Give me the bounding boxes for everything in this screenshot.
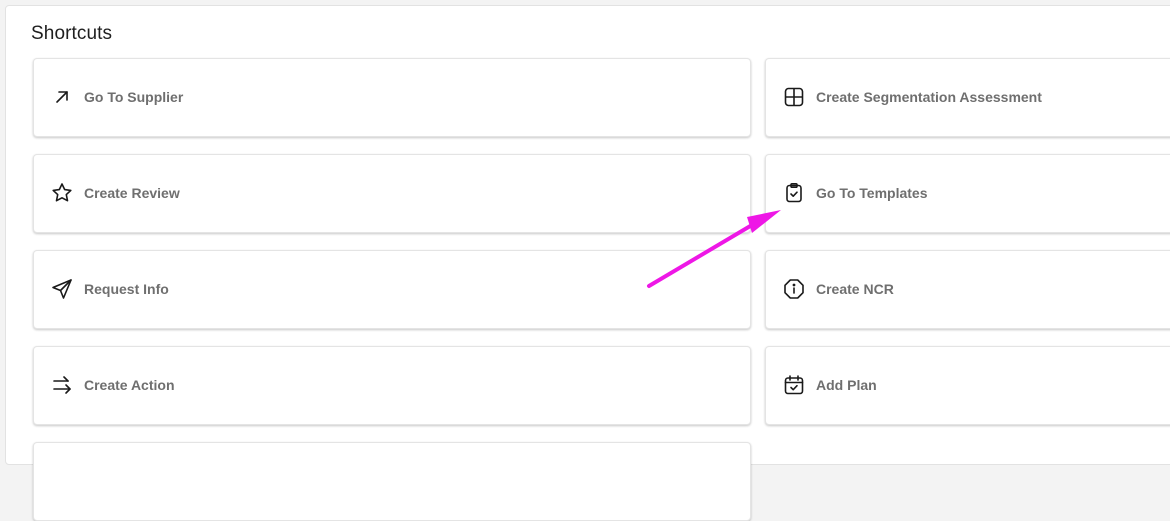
go-to-supplier-label: Go To Supplier	[84, 89, 184, 105]
create-ncr-card[interactable]: Create NCR	[765, 250, 1170, 329]
octagon-info-icon	[782, 277, 806, 301]
create-segmentation-assessment-card[interactable]: Create Segmentation Assessment	[765, 58, 1170, 137]
create-ncr-label: Create NCR	[816, 281, 894, 297]
add-plan-card[interactable]: Add Plan	[765, 346, 1170, 425]
shortcuts-title: Shortcuts	[31, 23, 113, 44]
go-to-supplier-card[interactable]: Go To Supplier	[33, 58, 751, 137]
create-review-card[interactable]: Create Review	[33, 154, 751, 233]
create-segmentation-assessment-label: Create Segmentation Assessment	[816, 89, 1042, 105]
grid-icon	[782, 85, 806, 109]
arrow-up-right-icon	[50, 85, 74, 109]
send-icon	[50, 277, 74, 301]
create-review-label: Create Review	[84, 185, 180, 201]
add-plan-label: Add Plan	[816, 377, 877, 393]
arrows-right-icon	[50, 373, 74, 397]
create-action-label: Create Action	[84, 377, 175, 393]
clipboard-check-icon	[782, 181, 806, 205]
next-shortcut-card[interactable]	[33, 442, 751, 521]
calendar-check-icon	[782, 373, 806, 397]
go-to-templates-card[interactable]: Go To Templates	[765, 154, 1170, 233]
go-to-templates-label: Go To Templates	[816, 185, 928, 201]
create-action-card[interactable]: Create Action	[33, 346, 751, 425]
request-info-label: Request Info	[84, 281, 169, 297]
star-icon	[50, 181, 74, 205]
request-info-card[interactable]: Request Info	[33, 250, 751, 329]
